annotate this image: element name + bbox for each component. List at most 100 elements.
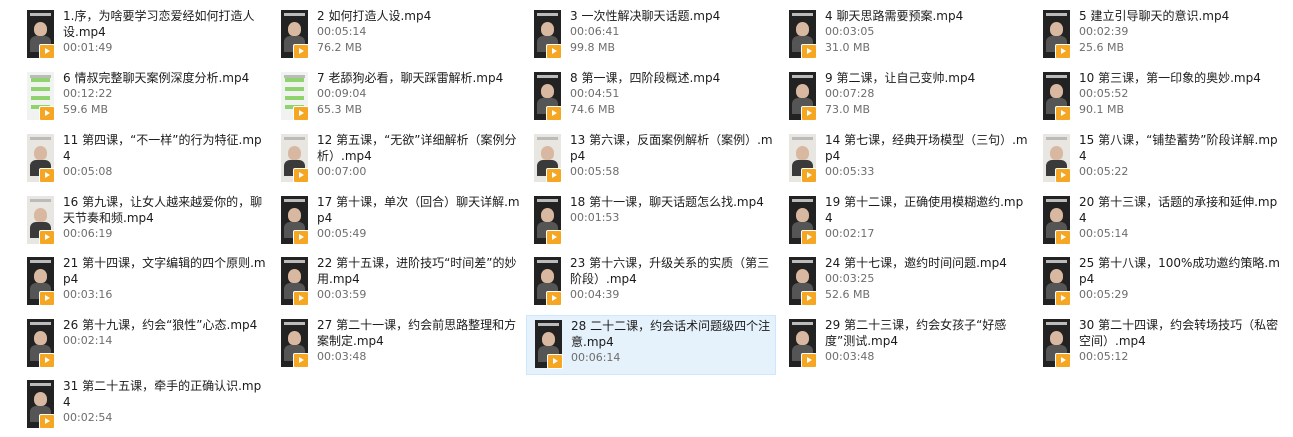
file-item[interactable]: 19 第十二课，正确使用模糊邀约.mp4 00:02:17 [781,192,1031,252]
video-file-icon [801,230,817,245]
video-file-icon [546,106,562,121]
file-item[interactable]: 22 第十五课，进阶技巧“时间差”的妙用.mp4 00:03:59 [273,253,523,313]
file-name: 17 第十课，单次（回合）聊天详解.mp4 [317,195,520,225]
file-meta: 11 第四课，“不一样”的行为特征.mp4 00:05:08 [63,132,267,180]
file-name: 8 第一课，四阶段概述.mp4 [570,71,721,85]
file-duration: 00:05:22 [1079,165,1129,178]
file-item[interactable]: 1.序，为啥要学习恋爱经如何打造人设.mp4 00:01:49 [19,6,269,66]
file-item[interactable]: 15 第八课，“铺垫蓄势”阶段详解.mp4 00:05:22 [1035,130,1285,190]
file-item[interactable]: 26 第十九课，约会“狼性”心态.mp4 00:02:14 [19,315,269,375]
file-meta: 17 第十课，单次（回合）聊天详解.mp4 00:05:49 [317,194,521,242]
file-duration: 00:02:54 [63,411,113,424]
video-file-icon [293,353,309,368]
file-item[interactable]: 18 第十一课，聊天话题怎么找.mp4 00:01:53 [526,192,776,252]
file-name: 10 第三课，第一印象的奥妙.mp4 [1079,71,1261,85]
file-item[interactable]: 13 第六课，反面案例解析（案例）.mp4 00:05:58 [526,130,776,190]
file-name: 16 第九课，让女人越来越爱你的，聊天节奏和频.mp4 [63,195,263,225]
file-duration: 00:06:14 [571,351,621,364]
file-item[interactable]: 7 老舔狗必看，聊天踩雷解析.mp4 00:09:04 65.3 MB [273,68,523,128]
file-meta: 8 第一课，四阶段概述.mp4 00:04:51 74.6 MB [570,70,774,118]
file-meta: 24 第十七课，邀约时间问题.mp4 00:03:25 52.6 MB [825,255,1029,303]
file-name: 18 第十一课，聊天话题怎么找.mp4 [570,195,764,209]
file-item[interactable]: 6 情叔完整聊天案例深度分析.mp4 00:12:22 59.6 MB [19,68,269,128]
video-file-icon [801,353,817,368]
file-meta: 27 第二十一课，约会前思路整理和方案制定.mp4 00:03:48 [317,317,521,365]
file-name: 29 第二十三课，约会女孩子“好感度”测试.mp4 [825,318,1007,348]
file-size: 73.0 MB [825,103,871,116]
file-duration: 00:06:19 [63,227,113,240]
file-duration: 00:05:14 [317,25,367,38]
file-meta: 15 第八课，“铺垫蓄势”阶段详解.mp4 00:05:22 [1079,132,1283,180]
video-file-icon [293,168,309,183]
file-duration: 00:05:29 [1079,288,1129,301]
file-item[interactable]: 25 第十八课，100%成功邀约策略.mp4 00:05:29 [1035,253,1285,313]
file-duration: 00:06:41 [570,25,620,38]
file-item[interactable]: 10 第三课，第一印象的奥妙.mp4 00:05:52 90.1 MB [1035,68,1285,128]
video-file-icon [546,291,562,306]
video-file-icon [39,106,55,121]
video-file-icon [546,230,562,245]
video-file-icon [546,168,562,183]
video-file-icon [39,414,55,429]
file-meta: 2 如何打造人设.mp4 00:05:14 76.2 MB [317,8,521,56]
file-item[interactable]: 3 一次性解决聊天话题.mp4 00:06:41 99.8 MB [526,6,776,66]
file-item[interactable]: 2 如何打造人设.mp4 00:05:14 76.2 MB [273,6,523,66]
file-item[interactable]: 24 第十七课，邀约时间问题.mp4 00:03:25 52.6 MB [781,253,1031,313]
file-name: 13 第六课，反面案例解析（案例）.mp4 [570,133,773,163]
file-item[interactable]: 29 第二十三课，约会女孩子“好感度”测试.mp4 00:03:48 [781,315,1031,375]
file-item[interactable]: 20 第十三课，话题的承接和延伸.mp4 00:05:14 [1035,192,1285,252]
file-name: 6 情叔完整聊天案例深度分析.mp4 [63,71,250,85]
file-item[interactable]: 16 第九课，让女人越来越爱你的，聊天节奏和频.mp4 00:06:19 [19,192,269,252]
file-name: 7 老舔狗必看，聊天踩雷解析.mp4 [317,71,504,85]
file-name: 19 第十二课，正确使用模糊邀约.mp4 [825,195,1024,225]
file-item[interactable]: 12 第五课，“无欲”详细解析（案例分析）.mp4 00:07:00 [273,130,523,190]
file-duration: 00:03:48 [825,350,875,363]
file-duration: 00:03:05 [825,25,875,38]
file-meta: 25 第十八课，100%成功邀约策略.mp4 00:05:29 [1079,255,1283,303]
file-size: 59.6 MB [63,103,109,116]
file-item[interactable]: 9 第二课，让自己变帅.mp4 00:07:28 73.0 MB [781,68,1031,128]
file-size: 65.3 MB [317,103,363,116]
file-name: 23 第十六课，升级关系的实质（第三阶段）.mp4 [570,256,770,286]
file-item[interactable]: 5 建立引导聊天的意识.mp4 00:02:39 25.6 MB [1035,6,1285,66]
file-meta: 26 第十九课，约会“狼性”心态.mp4 00:02:14 [63,317,267,349]
file-item[interactable]: 14 第七课，经典开场模型（三句）.mp4 00:05:33 [781,130,1031,190]
file-meta: 14 第七课，经典开场模型（三句）.mp4 00:05:33 [825,132,1029,180]
file-meta: 19 第十二课，正确使用模糊邀约.mp4 00:02:17 [825,194,1029,242]
file-size: 25.6 MB [1079,41,1125,54]
file-size: 90.1 MB [1079,103,1125,116]
file-item[interactable]: 21 第十四课，文字编辑的四个原则.mp4 00:03:16 [19,253,269,313]
file-meta: 31 第二十五课，牵手的正确认识.mp4 00:02:54 [63,378,267,426]
file-meta: 12 第五课，“无欲”详细解析（案例分析）.mp4 00:07:00 [317,132,521,180]
file-meta: 23 第十六课，升级关系的实质（第三阶段）.mp4 00:04:39 [570,255,774,303]
file-item[interactable]: 28 二十二课，约会话术问题级四个注意.mp4 00:06:14 [526,315,776,375]
video-file-icon [1055,44,1071,59]
file-meta: 1.序，为啥要学习恋爱经如何打造人设.mp4 00:01:49 [63,8,267,56]
file-duration: 00:05:49 [317,227,367,240]
file-item[interactable]: 27 第二十一课，约会前思路整理和方案制定.mp4 00:03:48 [273,315,523,375]
file-meta: 9 第二课，让自己变帅.mp4 00:07:28 73.0 MB [825,70,1029,118]
file-meta: 10 第三课，第一印象的奥妙.mp4 00:05:52 90.1 MB [1079,70,1283,118]
video-file-icon [39,44,55,59]
video-file-icon [39,353,55,368]
file-item[interactable]: 31 第二十五课，牵手的正确认识.mp4 00:02:54 [19,376,269,436]
file-meta: 18 第十一课，聊天话题怎么找.mp4 00:01:53 [570,194,774,226]
file-item[interactable]: 4 聊天思路需要预案.mp4 00:03:05 31.0 MB [781,6,1031,66]
file-item[interactable]: 11 第四课，“不一样”的行为特征.mp4 00:05:08 [19,130,269,190]
file-duration: 00:02:39 [1079,25,1129,38]
file-item[interactable]: 17 第十课，单次（回合）聊天详解.mp4 00:05:49 [273,192,523,252]
video-file-icon [39,230,55,245]
file-meta: 6 情叔完整聊天案例深度分析.mp4 00:12:22 59.6 MB [63,70,267,118]
file-item[interactable]: 8 第一课，四阶段概述.mp4 00:04:51 74.6 MB [526,68,776,128]
file-name: 9 第二课，让自己变帅.mp4 [825,71,976,85]
file-duration: 00:04:51 [570,87,620,100]
file-item[interactable]: 23 第十六课，升级关系的实质（第三阶段）.mp4 00:04:39 [526,253,776,313]
file-name: 27 第二十一课，约会前思路整理和方案制定.mp4 [317,318,517,348]
file-grid: 1.序，为啥要学习恋爱经如何打造人设.mp4 00:01:49 2 如何打造人设.m… [0,0,1293,437]
file-duration: 00:04:39 [570,288,620,301]
file-duration: 00:03:25 [825,272,875,285]
file-item[interactable]: 30 第二十四课，约会转场技巧（私密空间）.mp4 00:05:12 [1035,315,1285,375]
file-meta: 29 第二十三课，约会女孩子“好感度”测试.mp4 00:03:48 [825,317,1029,365]
file-meta: 30 第二十四课，约会转场技巧（私密空间）.mp4 00:05:12 [1079,317,1283,365]
file-meta: 7 老舔狗必看，聊天踩雷解析.mp4 00:09:04 65.3 MB [317,70,521,118]
